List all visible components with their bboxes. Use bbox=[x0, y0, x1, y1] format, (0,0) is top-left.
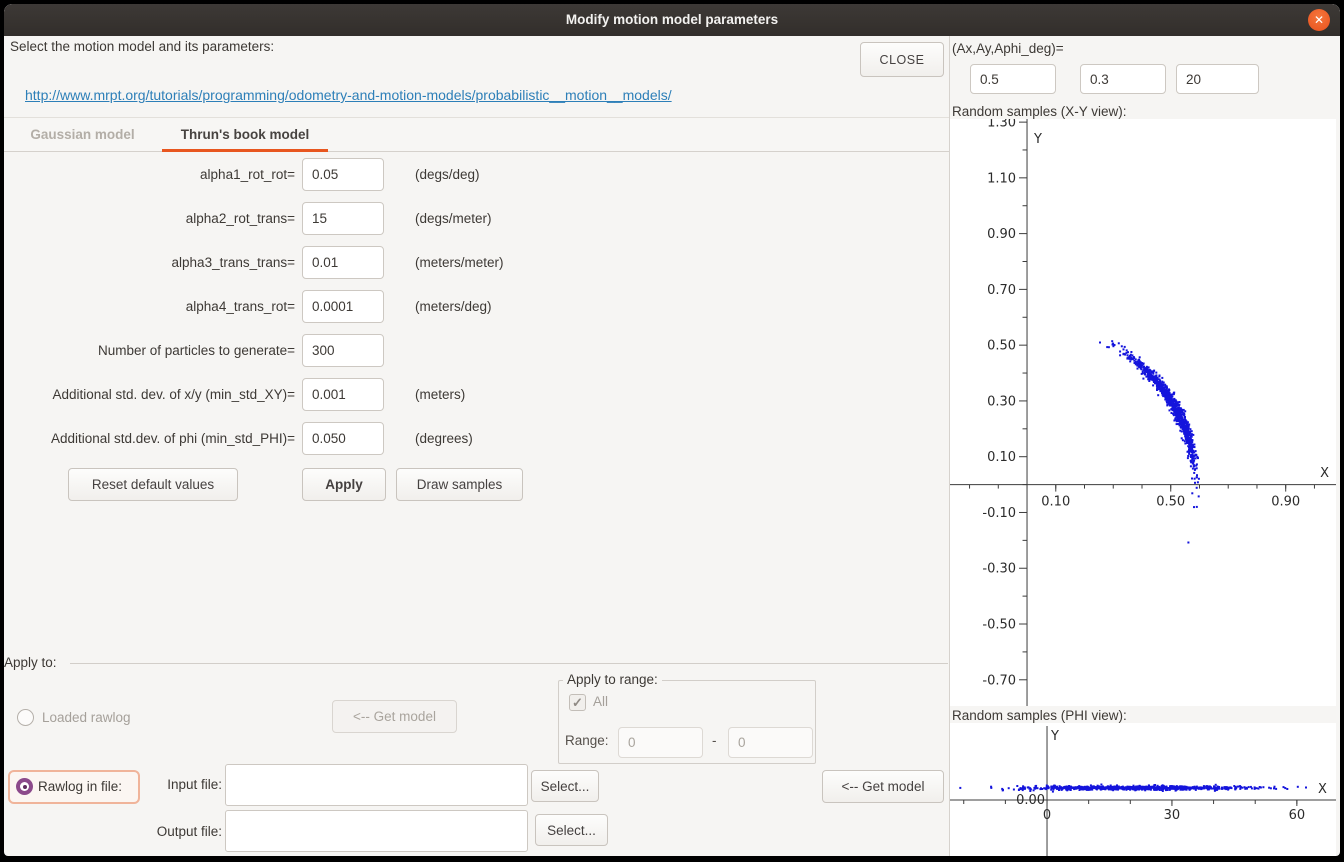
svg-text:Y: Y bbox=[1033, 132, 1042, 147]
phi-scatter-chart: 0 30 60 0.00 Y X bbox=[950, 723, 1336, 856]
output-file-label: Output file: bbox=[108, 817, 222, 847]
close-button[interactable]: CLOSE bbox=[860, 42, 944, 77]
select-input-file-button[interactable]: Select... bbox=[531, 770, 599, 802]
svg-text:60: 60 bbox=[1289, 808, 1306, 823]
all-checkbox: ✓ bbox=[569, 694, 586, 711]
min-std-phi-input[interactable] bbox=[302, 422, 384, 455]
phi-view-title: Random samples (PHI view): bbox=[952, 708, 1127, 723]
apply-to-range-legend: Apply to range: bbox=[563, 672, 662, 687]
ay-input[interactable] bbox=[1080, 64, 1166, 94]
svg-text:0.50: 0.50 bbox=[1156, 495, 1185, 510]
alpha1-label: alpha1_rot_rot= bbox=[4, 158, 295, 191]
ax-input[interactable] bbox=[970, 64, 1056, 94]
svg-text:0.10: 0.10 bbox=[1041, 495, 1070, 510]
svg-text:-0.70: -0.70 bbox=[982, 673, 1016, 688]
svg-text:0.70: 0.70 bbox=[987, 283, 1016, 298]
alpha3-unit: (meters/meter) bbox=[415, 246, 504, 279]
range-from-input bbox=[618, 727, 703, 758]
svg-text:1.30: 1.30 bbox=[987, 119, 1016, 131]
alpha2-unit: (degs/meter) bbox=[415, 202, 492, 235]
xy-view-title: Random samples (X-Y view): bbox=[952, 104, 1127, 119]
svg-text:1.10: 1.10 bbox=[987, 171, 1016, 186]
input-file-field[interactable] bbox=[225, 764, 528, 806]
alpha1-unit: (degs/deg) bbox=[415, 158, 480, 191]
apply-to-range-group: Apply to range: ✓ All Range: - bbox=[558, 680, 816, 764]
aphi-input[interactable] bbox=[1176, 64, 1259, 94]
dialog-window: Modify motion model parameters ✕ Select … bbox=[4, 4, 1340, 856]
reset-default-values-button[interactable]: Reset default values bbox=[68, 468, 238, 501]
input-file-label: Input file: bbox=[108, 770, 222, 800]
num-particles-input[interactable] bbox=[302, 334, 384, 367]
tab-strip: Gaussian model Thrun's book model bbox=[4, 117, 949, 152]
alpha4-unit: (meters/deg) bbox=[415, 290, 492, 323]
alpha4-input[interactable] bbox=[302, 290, 384, 323]
instruction-label: Select the motion model and its paramete… bbox=[10, 39, 274, 54]
rawlog-in-file-radio[interactable] bbox=[16, 778, 33, 795]
svg-text:-0.50: -0.50 bbox=[982, 618, 1016, 633]
phi-scatter-plot: 0 30 60 0.00 Y X bbox=[950, 723, 1336, 856]
range-label: Range: bbox=[565, 733, 609, 748]
alpha3-input[interactable] bbox=[302, 246, 384, 279]
all-checkbox-label: All bbox=[593, 694, 608, 709]
pose-increment-label: (Ax,Ay,Aphi_deg)= bbox=[952, 41, 1064, 56]
window-title: Modify motion model parameters bbox=[4, 4, 1340, 36]
apply-to-legend: Apply to: bbox=[4, 655, 61, 670]
titlebar[interactable]: Modify motion model parameters ✕ bbox=[4, 4, 1340, 36]
window-close-icon[interactable]: ✕ bbox=[1308, 9, 1330, 31]
min-std-phi-unit: (degrees) bbox=[415, 422, 473, 455]
xy-scatter-plot: 1.30 1.10 0.90 0.70 0.50 0.30 0.10 -0.10 -0.30 -0… bbox=[950, 119, 1336, 706]
svg-text:-0.30: -0.30 bbox=[982, 562, 1016, 577]
alpha3-label: alpha3_trans_trans= bbox=[4, 246, 295, 279]
range-to-input bbox=[728, 727, 813, 758]
loaded-rawlog-label: Loaded rawlog bbox=[42, 710, 131, 725]
select-output-file-button[interactable]: Select... bbox=[535, 814, 608, 846]
svg-text:0.50: 0.50 bbox=[987, 339, 1016, 354]
xy-scatter-chart: 1.30 1.10 0.90 0.70 0.50 0.30 0.10 -0.10 -0.30 -0… bbox=[950, 119, 1336, 706]
svg-text:0.30: 0.30 bbox=[987, 394, 1016, 409]
loaded-rawlog-radio bbox=[17, 709, 34, 726]
tutorial-link[interactable]: http://www.mrpt.org/tutorials/programmin… bbox=[25, 87, 672, 103]
svg-text:-0.10: -0.10 bbox=[982, 506, 1016, 521]
min-std-xy-label: Additional std. dev. of x/y (min_std_XY)… bbox=[4, 378, 295, 411]
svg-text:0: 0 bbox=[1043, 808, 1051, 823]
svg-text:Y: Y bbox=[1050, 729, 1059, 744]
output-file-field[interactable] bbox=[225, 810, 528, 852]
svg-text:0.90: 0.90 bbox=[1271, 495, 1300, 510]
draw-samples-button[interactable]: Draw samples bbox=[396, 468, 523, 501]
svg-text:0.00: 0.00 bbox=[1016, 793, 1045, 808]
svg-text:30: 30 bbox=[1164, 808, 1181, 823]
min-std-xy-input[interactable] bbox=[302, 378, 384, 411]
alpha2-label: alpha2_rot_trans= bbox=[4, 202, 295, 235]
min-std-xy-unit: (meters) bbox=[415, 378, 465, 411]
svg-text:X: X bbox=[1318, 782, 1327, 797]
apply-to-frame-line bbox=[70, 663, 948, 664]
svg-text:X: X bbox=[1320, 466, 1329, 481]
tab-gaussian-model[interactable]: Gaussian model bbox=[10, 118, 155, 152]
get-model-button-bottom[interactable]: <-- Get model bbox=[822, 770, 944, 803]
apply-button[interactable]: Apply bbox=[302, 468, 386, 501]
alpha4-label: alpha4_trans_rot= bbox=[4, 290, 295, 323]
tab-thruns-book-model[interactable]: Thrun's book model bbox=[162, 118, 328, 152]
svg-text:0.10: 0.10 bbox=[987, 450, 1016, 465]
alpha2-input[interactable] bbox=[302, 202, 384, 235]
alpha1-input[interactable] bbox=[302, 158, 384, 191]
range-dash: - bbox=[712, 733, 717, 748]
active-tab-underline bbox=[162, 149, 328, 152]
get-model-button-top: <-- Get model bbox=[332, 700, 457, 733]
min-std-phi-label: Additional std.dev. of phi (min_std_PHI)… bbox=[4, 422, 295, 455]
svg-text:0.90: 0.90 bbox=[987, 227, 1016, 242]
num-particles-label: Number of particles to generate= bbox=[4, 334, 295, 367]
